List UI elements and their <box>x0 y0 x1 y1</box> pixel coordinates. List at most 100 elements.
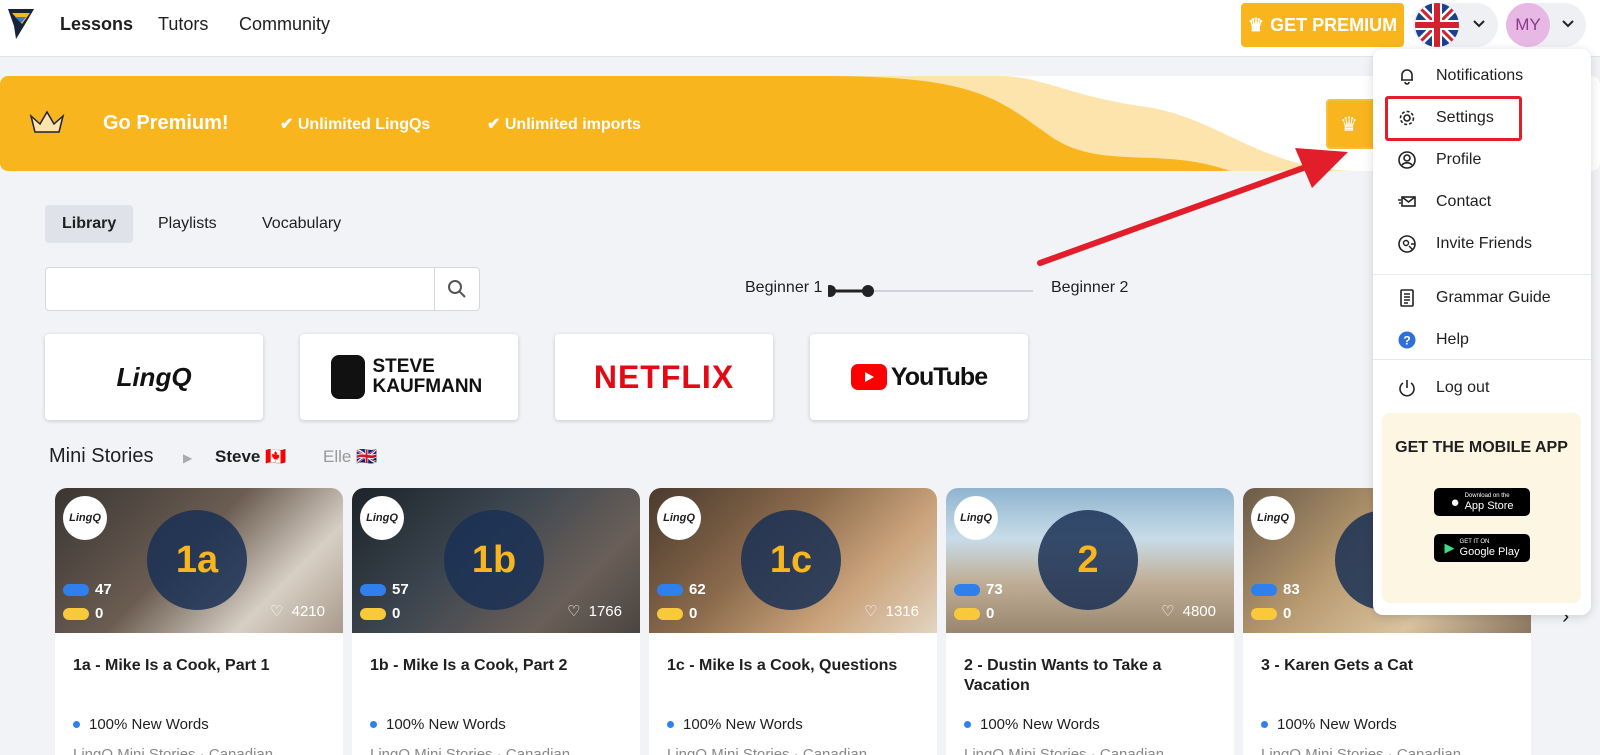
search-icon <box>448 280 466 298</box>
likes: ♡ 1766 <box>567 602 622 621</box>
word-count: 57 <box>360 581 409 598</box>
book-icon <box>1397 288 1417 308</box>
source-lingq[interactable]: LingQ <box>45 334 263 420</box>
word-count: 73 <box>954 581 1003 598</box>
lesson-subtitle: LingQ Mini Stories · Canadian <box>1261 746 1462 755</box>
premium-banner: Go Premium! ✔ Unlimited LingQs ✔ Unlimit… <box>0 76 1600 171</box>
lesson-subtitle: LingQ Mini Stories · Canadian <box>370 746 571 755</box>
lesson-card[interactable]: LingQ 1b 57 0 ♡ 1766 1b - Mike Is a Cook,… <box>352 488 640 755</box>
menu-item-contact[interactable]: Contact <box>1373 184 1591 220</box>
lingq-logo-icon[interactable] <box>4 6 40 42</box>
app-store-button[interactable]: ● Download on the App Store <box>1434 488 1530 516</box>
heart-icon: ♡ <box>864 603 878 620</box>
likes: ♡ 4210 <box>270 602 325 621</box>
heart-icon: ♡ <box>270 603 284 620</box>
lingq-count: 0 <box>360 605 400 622</box>
search-input[interactable] <box>46 268 431 310</box>
avatar: MY <box>1506 3 1550 47</box>
menu-divider <box>1373 359 1591 360</box>
level-slider[interactable] <box>824 284 1033 298</box>
mini-stories-title: Mini Stories <box>49 445 154 467</box>
lingq-logo-icon: LingQ <box>360 496 404 540</box>
google-play-button[interactable]: ▶ GET IT ON Google Play <box>1434 534 1530 562</box>
lesson-card[interactable]: LingQ 1c 62 0 ♡ 1316 1c - Mike Is a Cook,… <box>649 488 937 755</box>
google-play-icon: ▶ <box>1444 540 1455 555</box>
invite-icon <box>1397 234 1417 254</box>
envelope-icon <box>1397 192 1417 212</box>
lesson-subtitle: LingQ Mini Stories · Canadian <box>964 746 1165 755</box>
chevron-down-icon <box>1560 15 1576 34</box>
search-box <box>45 267 480 311</box>
language-selector[interactable] <box>1413 3 1498 47</box>
lingq-count: 0 <box>657 605 697 622</box>
banner-title: Go Premium! <box>103 112 229 134</box>
tab-elle[interactable]: Elle 🇬🇧 <box>323 447 377 467</box>
source-steve-kaufmann[interactable]: STEVE KAUFMANN <box>300 334 518 420</box>
youtube-play-icon <box>850 364 887 390</box>
user-circle-icon <box>1397 150 1417 170</box>
lesson-title: 1c - Mike Is a Cook, Questions <box>667 657 898 674</box>
new-words: 100% New Words <box>667 716 803 733</box>
lesson-subtitle: LingQ Mini Stories · Canadian <box>73 746 274 755</box>
search-button[interactable] <box>434 268 479 310</box>
annotation-highlight <box>1385 96 1522 141</box>
nav-lessons[interactable]: Lessons <box>60 14 133 35</box>
top-navbar: Lessons Tutors Community ♛ GET PREMIUM M… <box>0 0 1600 57</box>
menu-item-invite-friends[interactable]: Invite Friends <box>1373 226 1591 262</box>
word-count: 47 <box>63 581 112 598</box>
new-words: 100% New Words <box>73 716 209 733</box>
power-icon <box>1397 378 1417 398</box>
word-count: 62 <box>657 581 706 598</box>
chevron-down-icon <box>1471 15 1487 34</box>
menu-item-notifications[interactable]: Notifications <box>1373 58 1591 94</box>
new-words: 100% New Words <box>1261 716 1397 733</box>
lesson-title: 1a - Mike Is a Cook, Part 1 <box>73 657 270 674</box>
lesson-title: 2 - Dustin Wants to Take a Vacation <box>964 657 1162 694</box>
mobile-app-promo: GET THE MOBILE APP ● Download on the App … <box>1382 413 1581 603</box>
tab-steve[interactable]: Steve 🇨🇦 <box>215 447 286 467</box>
level-from-label: Beginner 1 <box>745 279 823 296</box>
svg-text:?: ? <box>1403 334 1410 348</box>
get-premium-button[interactable]: ♛ GET PREMIUM <box>1241 3 1404 47</box>
lingq-count: 0 <box>63 605 103 622</box>
lesson-card[interactable]: LingQ 1a 47 0 ♡ 4210 1a - Mike Is a Cook,… <box>55 488 343 755</box>
crown-icon: ♛ <box>1340 114 1358 136</box>
crown-icon <box>28 108 66 141</box>
triangle-right-icon: ▶ <box>183 451 193 465</box>
tab-playlists[interactable]: Playlists <box>141 205 234 243</box>
user-menu-toggle[interactable]: MY <box>1506 3 1586 47</box>
new-words: 100% New Words <box>964 716 1100 733</box>
likes: ♡ 1316 <box>864 602 919 621</box>
word-count: 83 <box>1251 581 1300 598</box>
menu-item-grammar-guide[interactable]: Grammar Guide <box>1373 280 1591 316</box>
lingq-logo-icon: LingQ <box>63 496 107 540</box>
lingq-count: 0 <box>1251 605 1291 622</box>
lesson-title: 3 - Karen Gets a Cat <box>1261 657 1414 674</box>
menu-divider <box>1373 274 1591 275</box>
lingq-logo-icon: LingQ <box>1251 496 1295 540</box>
lesson-badge: 1c <box>741 510 841 610</box>
heart-icon: ♡ <box>1161 603 1175 620</box>
apple-icon: ● <box>1450 493 1460 511</box>
lingq-logo-icon: LingQ <box>954 496 998 540</box>
banner-feature: ✔ Unlimited imports <box>487 116 641 133</box>
heart-icon: ♡ <box>567 603 581 620</box>
lesson-title: 1b - Mike Is a Cook, Part 2 <box>370 657 568 674</box>
lesson-badge: 1b <box>444 510 544 610</box>
level-to-label: Beginner 2 <box>1051 279 1129 296</box>
tab-library[interactable]: Library <box>45 205 134 243</box>
tab-vocabulary[interactable]: Vocabulary <box>245 205 358 243</box>
nav-tutors[interactable]: Tutors <box>158 14 208 35</box>
steve-logo-icon <box>330 355 365 399</box>
source-netflix[interactable]: NETFLIX <box>555 334 773 420</box>
menu-item-help[interactable]: ? Help <box>1373 322 1591 358</box>
lingq-logo-icon: LingQ <box>657 496 701 540</box>
source-youtube[interactable]: YouTube <box>810 334 1028 420</box>
menu-item-profile[interactable]: Profile <box>1373 142 1591 178</box>
bell-icon <box>1397 66 1417 86</box>
help-icon: ? <box>1397 330 1417 350</box>
new-words: 100% New Words <box>370 716 506 733</box>
nav-community[interactable]: Community <box>239 14 330 35</box>
menu-item-log-out[interactable]: Log out <box>1373 370 1591 406</box>
lesson-card[interactable]: LingQ 2 73 0 ♡ 4800 2 - Dustin Wants to T… <box>946 488 1234 755</box>
